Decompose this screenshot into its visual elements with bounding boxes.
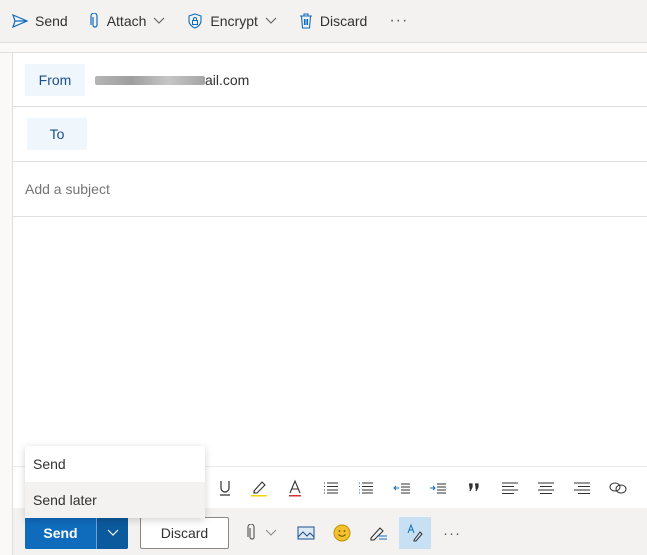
quote-button[interactable] — [463, 477, 485, 499]
discard-command-label: Discard — [319, 13, 368, 29]
insert-link-button[interactable] — [607, 477, 629, 499]
discard-button[interactable]: Discard — [140, 517, 229, 549]
more-options-button[interactable]: ··· — [443, 521, 461, 545]
command-bar: Send Attach Encrypt Discard ··· — [0, 0, 647, 43]
decrease-indent-button[interactable] — [391, 477, 413, 499]
compose-pane: From ail.com To — [13, 53, 647, 508]
redacted-text — [95, 76, 205, 86]
align-right-icon — [574, 482, 590, 494]
from-row: From ail.com — [13, 53, 647, 107]
discard-button-label: Discard — [160, 525, 209, 541]
attach-command-button[interactable]: Attach — [90, 13, 166, 29]
send-command-label: Send — [35, 13, 68, 29]
chevron-down-icon[interactable] — [265, 529, 277, 537]
encrypt-command-button[interactable]: Encrypt — [187, 13, 277, 29]
numbering-icon — [359, 482, 373, 494]
chevron-down-icon[interactable] — [153, 17, 165, 25]
attach-command-label: Attach — [106, 13, 147, 29]
subject-input[interactable] — [25, 181, 525, 197]
underline-button[interactable] — [214, 477, 236, 499]
insert-picture-button[interactable] — [297, 521, 315, 545]
send-button-label: Send — [43, 525, 78, 541]
insert-picture-icon — [297, 526, 315, 540]
bullets-icon — [324, 482, 338, 494]
send-options-dropdown[interactable] — [96, 517, 128, 549]
send-button[interactable]: Send — [25, 517, 96, 549]
from-address: ail.com — [95, 72, 249, 88]
increase-indent-button[interactable] — [427, 477, 449, 499]
signature-icon — [370, 527, 387, 541]
send-split-button: Send — [25, 517, 128, 549]
from-button[interactable]: From — [25, 63, 85, 96]
font-color-button[interactable] — [284, 477, 306, 499]
signature-button[interactable] — [368, 521, 388, 545]
emoji-icon — [333, 524, 351, 542]
from-label: From — [38, 71, 72, 88]
menu-item-label: Send later — [33, 492, 97, 508]
to-label: To — [49, 126, 65, 142]
left-pane-edge — [0, 53, 13, 555]
format-text-icon — [407, 523, 423, 542]
quote-icon — [469, 483, 479, 492]
discard-command-button[interactable]: Discard — [299, 13, 367, 29]
menu-item-send-later[interactable]: Send later — [25, 482, 205, 518]
font-color-icon — [289, 479, 301, 497]
trash-icon — [299, 13, 312, 29]
more-icon: ··· — [389, 12, 409, 29]
divider-strip — [0, 43, 647, 53]
attach-icon — [247, 524, 255, 540]
decrease-indent-icon — [393, 483, 410, 494]
shield-lock-icon — [188, 13, 202, 29]
align-center-icon — [538, 482, 554, 494]
underline-icon — [220, 481, 230, 496]
link-icon — [609, 482, 627, 494]
menu-item-label: Send — [33, 456, 66, 472]
send-command-button[interactable]: Send — [12, 13, 68, 29]
highlight-button[interactable] — [248, 477, 270, 499]
numbering-button[interactable] — [355, 477, 377, 499]
encrypt-command-label: Encrypt — [210, 13, 258, 29]
emoji-button[interactable] — [333, 521, 351, 545]
send-icon — [12, 14, 28, 28]
format-text-button[interactable] — [399, 517, 431, 549]
to-input[interactable] — [87, 114, 647, 154]
more-options-button[interactable]: ··· — [389, 12, 408, 30]
increase-indent-icon — [430, 483, 446, 494]
more-icon: ··· — [443, 524, 461, 542]
highlight-icon — [251, 481, 267, 497]
to-button[interactable]: To — [27, 118, 87, 150]
align-center-button[interactable] — [535, 477, 557, 499]
chevron-down-icon — [107, 529, 118, 536]
send-options-menu: Send Send later — [25, 446, 205, 518]
chevron-down-icon[interactable] — [265, 17, 277, 25]
bullets-button[interactable] — [320, 477, 342, 499]
align-left-icon — [502, 482, 518, 494]
align-left-button[interactable] — [499, 477, 521, 499]
subject-row — [13, 162, 647, 217]
paperclip-icon — [90, 13, 98, 28]
menu-item-send[interactable]: Send — [25, 446, 205, 482]
to-row: To — [13, 107, 647, 162]
align-right-button[interactable] — [571, 477, 593, 499]
message-body[interactable] — [13, 217, 647, 466]
attach-button[interactable] — [247, 521, 277, 545]
